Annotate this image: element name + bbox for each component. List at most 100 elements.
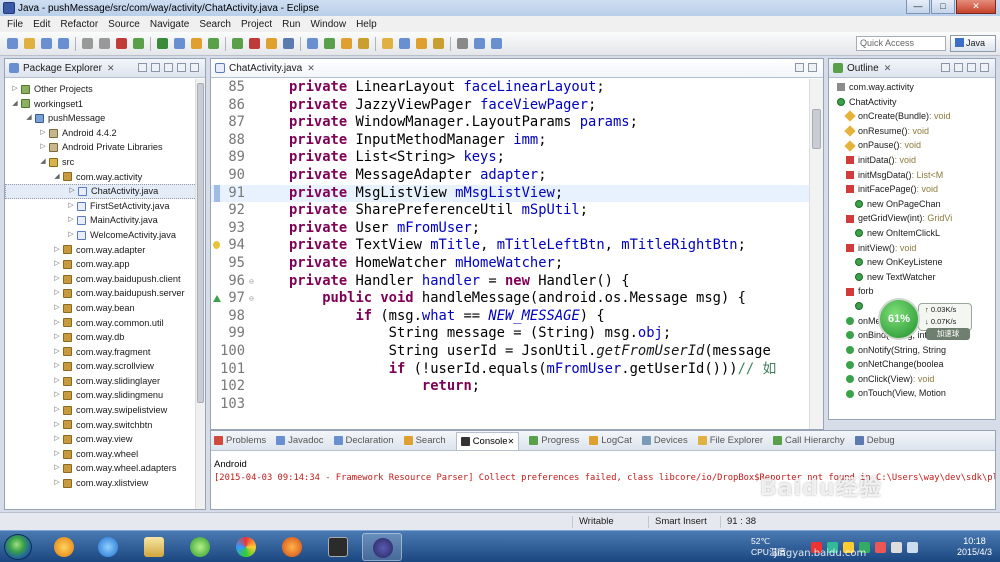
taskbar-item[interactable]	[88, 533, 128, 561]
fold-marker[interactable]	[249, 361, 257, 379]
annotation-icon[interactable]	[307, 38, 318, 49]
taskbar-item[interactable]	[272, 533, 312, 561]
outline-item[interactable]: onTouch(View, Motion	[829, 386, 995, 401]
tree-item[interactable]: ▷ com.way.swipelistview	[5, 403, 205, 418]
code-line[interactable]: 103	[211, 396, 811, 414]
taskbar-item[interactable]	[134, 533, 174, 561]
tree-item[interactable]: ▷ WelcomeActivity.java	[5, 228, 205, 243]
external-tools-icon[interactable]	[266, 38, 277, 49]
taskbar-item-eclipse[interactable]	[362, 533, 402, 561]
menu-run[interactable]: Run	[277, 19, 305, 30]
fold-marker[interactable]	[249, 97, 257, 115]
step-icon[interactable]	[174, 38, 185, 49]
new-class-icon[interactable]	[208, 38, 219, 49]
tab-devices[interactable]: Devices	[641, 435, 688, 446]
expand-arrow-icon[interactable]: ▷	[39, 126, 47, 141]
back-icon[interactable]	[399, 38, 410, 49]
code-line[interactable]: 85 private LinearLayout faceLinearLayout;	[211, 79, 811, 97]
menu-refactor[interactable]: Refactor	[55, 19, 103, 30]
tree-item[interactable]: ▷ com.way.slidinglayer	[5, 374, 205, 389]
maximize-view-icon[interactable]	[808, 63, 817, 72]
expand-arrow-icon[interactable]: ▷	[53, 330, 61, 345]
close-icon[interactable]: ✕	[884, 63, 892, 74]
tab-declaration[interactable]: Declaration	[333, 435, 394, 446]
alert-tray-icon[interactable]	[875, 542, 886, 553]
taskbar-item[interactable]	[44, 533, 84, 561]
close-button[interactable]: ✕	[956, 0, 996, 14]
fold-marker[interactable]	[249, 114, 257, 132]
fold-marker[interactable]	[249, 132, 257, 150]
tree-item[interactable]: ▷ MainActivity.java	[5, 213, 205, 228]
code-line[interactable]: 89 private List<String> keys;	[211, 149, 811, 167]
code-line[interactable]: 87 private WindowManager.LayoutParams par…	[211, 114, 811, 132]
volume-tray-icon[interactable]	[907, 542, 918, 553]
fold-marker[interactable]	[249, 202, 257, 220]
forward-icon[interactable]	[416, 38, 427, 49]
code-line[interactable]: 99 String message = (String) msg.obj;	[211, 325, 811, 343]
tree-item[interactable]: ▷ com.way.db	[5, 330, 205, 345]
tab-search[interactable]: Search	[403, 435, 446, 446]
pin-icon[interactable]	[433, 38, 444, 49]
expand-arrow-icon[interactable]: ▷	[53, 243, 61, 258]
accelerate-button[interactable]: 加速球	[926, 328, 970, 340]
fold-marker[interactable]: ⊖	[249, 273, 257, 291]
tree-item[interactable]: ▷ Other Projects	[5, 82, 205, 97]
code-line[interactable]: 93 private User mFromUser;	[211, 220, 811, 238]
quick-access-input[interactable]: Quick Access	[856, 36, 946, 51]
menu-help[interactable]: Help	[351, 19, 382, 30]
expand-arrow-icon[interactable]: ▷	[53, 301, 61, 316]
tab-problems[interactable]: Problems	[214, 435, 266, 446]
taskbar-item[interactable]	[180, 533, 220, 561]
expand-arrow-icon[interactable]: ◢	[39, 155, 47, 170]
code-area[interactable]: 85 private LinearLayout faceLinearLayout;…	[211, 79, 811, 429]
open-type-icon[interactable]	[191, 38, 202, 49]
expand-arrow-icon[interactable]: ▷	[53, 418, 61, 433]
fold-marker[interactable]: ⊖	[249, 290, 257, 308]
expand-arrow-icon[interactable]: ◢	[11, 97, 19, 112]
outline-item[interactable]: onPause() : void	[829, 138, 995, 153]
expand-arrow-icon[interactable]: ▷	[67, 213, 75, 228]
outline-item[interactable]: new TextWatcher	[829, 270, 995, 285]
outline-item[interactable]: onCreate(Bundle) : void	[829, 109, 995, 124]
expand-arrow-icon[interactable]: ▷	[67, 228, 75, 243]
expand-arrow-icon[interactable]: ▷	[68, 184, 76, 199]
code-line[interactable]: 94 private TextView mTitle, mTitleLeftBtn…	[211, 237, 811, 255]
expand-arrow-icon[interactable]: ▷	[39, 140, 47, 155]
fold-marker[interactable]	[249, 79, 257, 97]
expand-arrow-icon[interactable]: ▷	[67, 199, 75, 214]
taskbar-item[interactable]	[226, 533, 266, 561]
tree-item[interactable]: ▷ Android 4.4.2	[5, 126, 205, 141]
fold-marker[interactable]	[249, 149, 257, 167]
open-icon[interactable]	[24, 38, 35, 49]
tree-item[interactable]: ▷ Android Private Libraries	[5, 140, 205, 155]
fold-marker[interactable]	[249, 325, 257, 343]
outline-item[interactable]: onResume() : void	[829, 124, 995, 139]
outline-item[interactable]: new OnKeyListene	[829, 255, 995, 270]
taskbar-item[interactable]	[318, 533, 358, 561]
expand-arrow-icon[interactable]: ▷	[53, 476, 61, 491]
outline-item[interactable]: ChatActivity	[829, 95, 995, 110]
collapse-all-icon[interactable]	[138, 63, 147, 72]
outline-item[interactable]: com.way.activity	[829, 80, 995, 95]
tree-item[interactable]: ▷ com.way.view	[5, 432, 205, 447]
save-icon[interactable]	[41, 38, 52, 49]
code-line[interactable]: 90 private MessageAdapter adapter;	[211, 167, 811, 185]
tree-item[interactable]: ▷ com.way.baidupush.client	[5, 272, 205, 287]
expand-arrow-icon[interactable]: ▷	[53, 403, 61, 418]
code-line[interactable]: 95 private HomeWatcher mHomeWatcher;	[211, 255, 811, 273]
menu-search[interactable]: Search	[194, 19, 236, 30]
tree-item[interactable]: ◢ src	[5, 155, 205, 170]
tab-debug[interactable]: Debug	[854, 435, 895, 446]
outline-item[interactable]: getGridView(int) : GridVi	[829, 211, 995, 226]
expand-arrow-icon[interactable]: ▷	[53, 272, 61, 287]
fold-marker[interactable]	[249, 308, 257, 326]
outline-item[interactable]: new OnPageChan	[829, 197, 995, 212]
tab-console[interactable]: Console ✕	[455, 431, 520, 450]
menu-navigate[interactable]: Navigate	[145, 19, 194, 30]
resume-icon[interactable]	[133, 38, 144, 49]
expand-arrow-icon[interactable]: ▷	[53, 388, 61, 403]
expand-arrow-icon[interactable]: ◢	[25, 111, 33, 126]
menu-source[interactable]: Source	[103, 19, 145, 30]
code-line[interactable]: 96 ⊖ private Handler handler = new Handler…	[211, 273, 811, 291]
previous-annotation-icon[interactable]	[382, 38, 393, 49]
